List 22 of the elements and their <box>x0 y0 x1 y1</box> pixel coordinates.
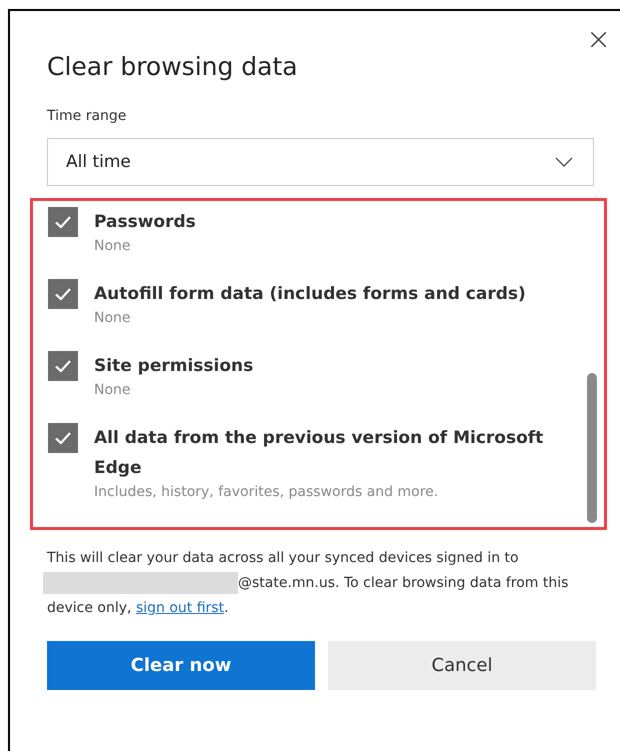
checkbox[interactable] <box>48 351 78 381</box>
option-label: Site permissions <box>94 355 254 378</box>
option-detail: None <box>94 381 132 399</box>
option-label: Passwords <box>94 211 196 234</box>
field-label: Time range <box>47 108 128 124</box>
option-detail: None <box>94 309 132 327</box>
scrollbar-thumb[interactable] <box>587 373 597 523</box>
sign-out-link[interactable]: sign out first <box>136 600 224 616</box>
checkbox[interactable] <box>48 207 78 237</box>
close-button[interactable]: × <box>586 25 612 55</box>
clear-now-button[interactable]: Clear now <box>47 641 315 690</box>
time-range-dropdown[interactable]: All time <box>47 138 594 186</box>
chevron-down-icon <box>555 157 573 167</box>
checkbox[interactable] <box>48 279 78 309</box>
option-detail: None <box>94 237 132 255</box>
option-label: Autofill form data (includes forms and cards) <box>94 283 526 306</box>
dialog-title: Clear browsing data <box>47 51 298 83</box>
cancel-button[interactable]: Cancel <box>328 641 596 690</box>
checkbox[interactable] <box>48 423 78 453</box>
option-label: All data from the previous version of Microsoft Edge <box>94 427 544 480</box>
sync-notice: This will clear your data across all your synced devices signed in to @state.mn.us. To clear browsing data from this device only, sign out first. <box>47 546 595 621</box>
option-detail: Includes, history, favorites, passwords and more. <box>94 483 440 501</box>
